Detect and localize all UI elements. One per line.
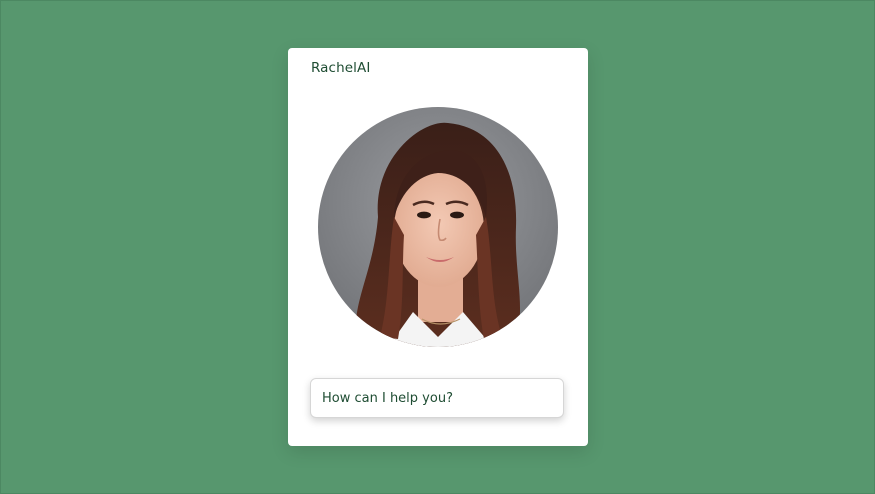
avatar xyxy=(318,107,558,347)
chat-prompt-text: How can I help you? xyxy=(322,390,453,406)
app-title: RachelAI xyxy=(311,60,371,76)
chat-prompt-input[interactable]: How can I help you? xyxy=(310,378,564,418)
person-portrait-icon xyxy=(318,107,558,347)
assistant-card: RachelAI How can I help you? xyxy=(288,48,588,446)
